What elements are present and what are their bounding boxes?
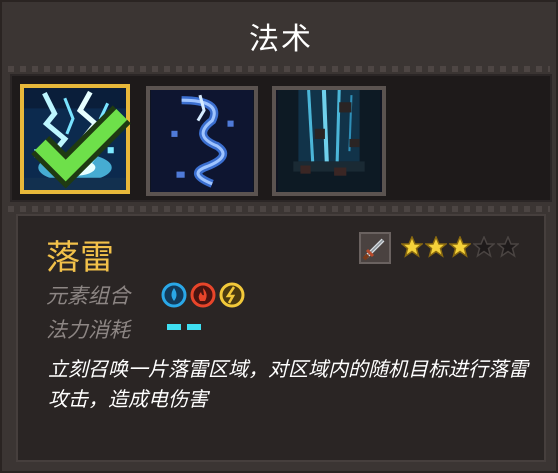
title-divider bbox=[8, 66, 550, 72]
mana-cost-label: 法力消耗 bbox=[46, 318, 130, 342]
spell-detail: 落雷 元素组合 法力消耗 立刻召唤一片落雷区域，对区域内的随机目标进行落雷攻击，… bbox=[16, 214, 546, 462]
fire-element-icon bbox=[190, 282, 216, 308]
star-empty-icon bbox=[473, 236, 495, 258]
spell-panel: 法术 落雷 元素组合 法力消耗 立刻召唤一片落雷区域，对区域内的随机目标进行落雷… bbox=[0, 0, 558, 473]
panel-title: 法术 bbox=[249, 22, 313, 57]
sword-icon bbox=[359, 232, 391, 264]
skill-slot-lightning-burst[interactable] bbox=[20, 84, 131, 194]
lightning-element-icon bbox=[219, 282, 245, 308]
mana-cost-bars bbox=[167, 324, 201, 330]
element-combo bbox=[161, 282, 245, 308]
star-empty-icon bbox=[497, 236, 519, 258]
mana-pip bbox=[167, 324, 181, 330]
skill-strip bbox=[10, 74, 552, 202]
spell-name: 落雷 bbox=[46, 238, 114, 278]
section-divider bbox=[8, 206, 550, 212]
skill-slot-falling-rocks[interactable] bbox=[272, 86, 386, 196]
star-filled-icon bbox=[401, 236, 423, 258]
mana-pip bbox=[187, 324, 201, 330]
lightning-tornado-icon bbox=[151, 90, 253, 192]
skill-slot-lightning-tornado[interactable] bbox=[146, 86, 258, 196]
water-element-icon bbox=[161, 282, 187, 308]
falling-rocks-icon bbox=[278, 90, 380, 192]
star-filled-icon bbox=[425, 236, 447, 258]
check-icon bbox=[31, 105, 131, 189]
star-filled-icon bbox=[449, 236, 471, 258]
elements-label: 元素组合 bbox=[46, 284, 130, 308]
spell-description: 立刻召唤一片落雷区域，对区域内的随机目标进行落雷攻击，造成电伤害 bbox=[48, 357, 528, 411]
rating-stars bbox=[401, 236, 519, 258]
